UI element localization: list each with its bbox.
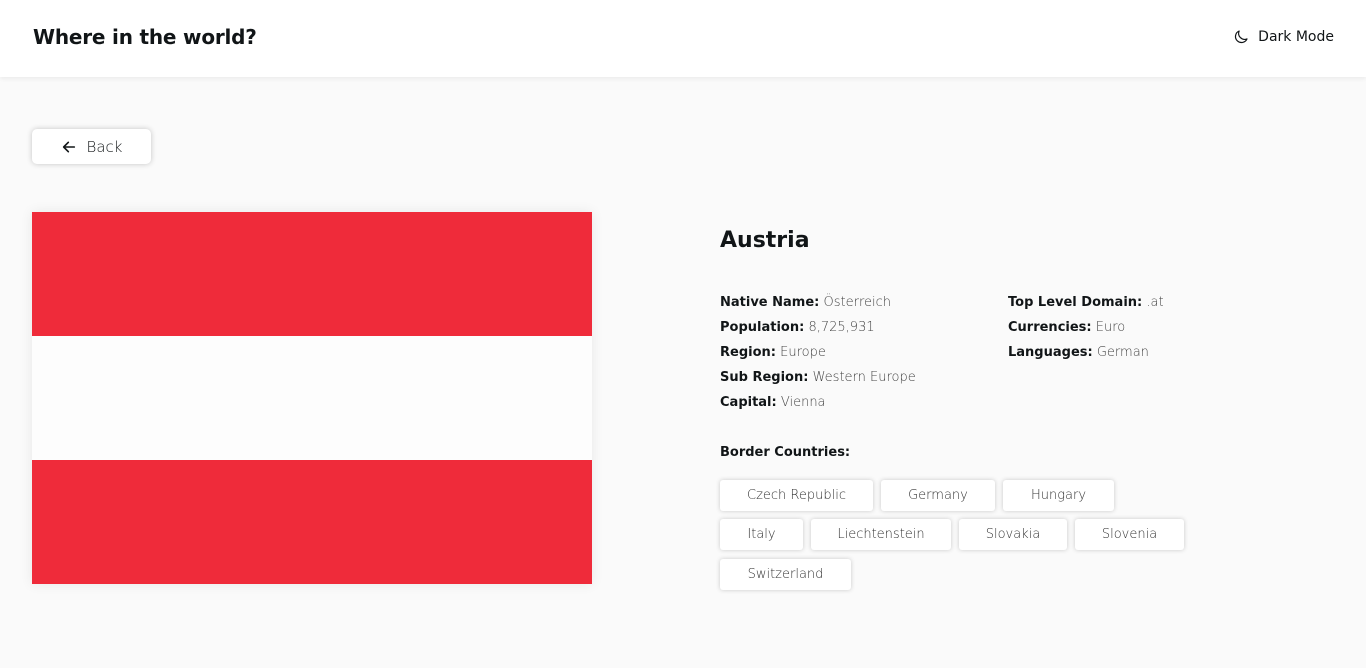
app-title: Where in the world? (33, 25, 257, 49)
capital-row: Capital: Vienna (720, 390, 916, 415)
languages-label: Languages: (1008, 345, 1093, 360)
details-right: Top Level Domain: .at Currencies: Euro L… (1008, 290, 1164, 365)
population-value: 8,725,931 (808, 320, 875, 335)
border-chip-czech-republic[interactable]: Czech Republic (720, 480, 873, 511)
population-label: Population: (720, 320, 805, 335)
capital-value: Vienna (780, 395, 826, 410)
dark-mode-label: Dark Mode (1258, 29, 1334, 45)
border-chip-hungary[interactable]: Hungary (1003, 480, 1114, 511)
back-button[interactable]: Back (32, 129, 151, 164)
region-label: Region: (720, 345, 776, 360)
flag-stripe-bottom (32, 460, 592, 584)
moon-icon (1235, 30, 1248, 44)
border-chip-slovakia[interactable]: Slovakia (959, 519, 1067, 550)
sub-region-label: Sub Region: (720, 370, 809, 385)
border-chip-slovenia[interactable]: Slovenia (1075, 519, 1184, 550)
border-countries-label: Border Countries: (720, 445, 851, 460)
native-name-row: Native Name: Österreich (720, 290, 916, 315)
flag-stripe-top (32, 212, 592, 336)
border-chip-italy[interactable]: Italy (720, 519, 803, 550)
currencies-value: Euro (1095, 320, 1126, 335)
header: Where in the world? Dark Mode (0, 0, 1366, 77)
flag-stripe-middle (32, 336, 592, 460)
back-label: Back (86, 137, 123, 156)
border-chip-switzerland[interactable]: Switzerland (720, 559, 851, 590)
population-row: Population: 8,725,931 (720, 315, 916, 340)
sub-region-value: Western Europe (812, 370, 916, 385)
country-flag (32, 212, 592, 584)
capital-label: Capital: (720, 395, 777, 410)
currencies-label: Currencies: (1008, 320, 1092, 335)
tld-row: Top Level Domain: .at (1008, 290, 1164, 315)
region-row: Region: Europe (720, 340, 916, 365)
sub-region-row: Sub Region: Western Europe (720, 365, 916, 390)
details-left: Native Name: Österreich Population: 8,72… (720, 290, 916, 415)
dark-mode-toggle[interactable]: Dark Mode (1232, 28, 1334, 46)
languages-value: German (1096, 345, 1149, 360)
native-name-value: Österreich (823, 295, 892, 310)
tld-label: Top Level Domain: (1008, 295, 1143, 310)
border-chip-germany[interactable]: Germany (881, 480, 995, 511)
tld-value: .at (1146, 295, 1164, 310)
languages-row: Languages: German (1008, 340, 1164, 365)
country-name: Austria (720, 228, 810, 253)
region-value: Europe (780, 345, 826, 360)
arrow-left-icon (62, 141, 75, 152)
native-name-label: Native Name: (720, 295, 820, 310)
currencies-row: Currencies: Euro (1008, 315, 1164, 340)
border-chip-liechtenstein[interactable]: Liechtenstein (811, 519, 951, 550)
